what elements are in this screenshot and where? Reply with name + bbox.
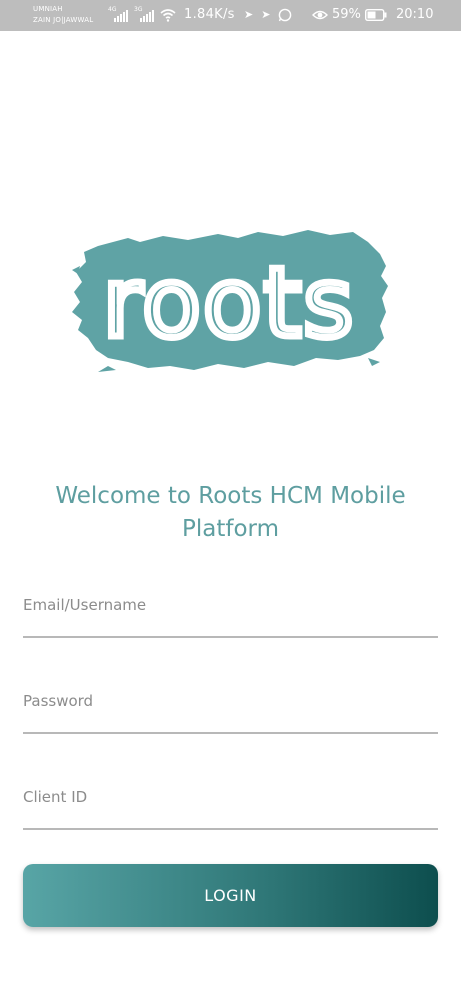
password-field-container — [23, 684, 438, 734]
login-screen: UMNIAH ZAIN JO|JAWWAL 4G 3G 1.84K/s ➤ ➤ … — [0, 0, 461, 1000]
carrier-info: UMNIAH ZAIN JO|JAWWAL — [33, 4, 93, 26]
email-input[interactable] — [23, 588, 438, 636]
notification-icon: ➤ — [261, 8, 271, 21]
logo-text: roots — [103, 247, 355, 359]
client-id-input[interactable] — [23, 780, 438, 828]
password-input[interactable] — [23, 684, 438, 732]
client-id-field-container — [23, 780, 438, 830]
signal-icons: 4G 3G — [108, 6, 176, 22]
login-button[interactable]: LOGIN — [23, 864, 438, 927]
network-speed: 1.84K/s — [184, 7, 235, 22]
email-field-container — [23, 588, 438, 638]
status-bar: UMNIAH ZAIN JO|JAWWAL 4G 3G 1.84K/s ➤ ➤ … — [0, 0, 461, 31]
welcome-text: Welcome to Roots HCM Mobile Platform — [55, 483, 406, 542]
notification-icon: ➤ — [244, 8, 254, 21]
carrier-1: UMNIAH — [33, 5, 63, 13]
signal-icon: 4G — [108, 6, 128, 22]
wifi-icon — [160, 9, 176, 22]
roots-logo: roots — [72, 230, 388, 372]
battery-percent: 59% — [332, 7, 361, 22]
signal-icon: 3G — [134, 6, 154, 22]
clock: 20:10 — [396, 7, 434, 22]
carrier-2: ZAIN JO|JAWWAL — [33, 16, 94, 24]
eye-icon — [312, 10, 328, 20]
whatsapp-icon — [279, 8, 292, 22]
notification-icons: ➤ ➤ — [244, 7, 292, 23]
battery-icon — [365, 9, 387, 21]
